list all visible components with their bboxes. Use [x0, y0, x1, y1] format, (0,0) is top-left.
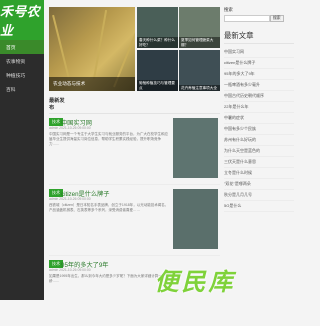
- recent-article-link[interactable]: "双花"是哪两朵: [224, 179, 294, 190]
- article-meta: admin 2021-10-26 09:00:00: [49, 197, 91, 201]
- recent-article-link[interactable]: 中国有多少个民族: [224, 124, 294, 135]
- recent-article-link[interactable]: 中暑的症状: [224, 113, 294, 124]
- search-button[interactable]: 搜索: [270, 15, 284, 22]
- recent-article-link[interactable]: 秋分是几月几号: [224, 190, 294, 201]
- recent-article-link[interactable]: 立冬是什么时候: [224, 168, 294, 179]
- hero-tile[interactable]: 夏季如何管理蔬菜大棚？: [179, 7, 220, 48]
- recent-articles-list: 中国实习网 citizen是什么牌子 95年的多大了9年 一瓶啤酒有多少毫升 中…: [224, 47, 294, 212]
- sidebar-item-home[interactable]: 首页: [0, 40, 44, 54]
- sidebar-item-supplies[interactable]: 农事物资: [0, 54, 44, 68]
- site-logo-text: 禾号农业: [0, 4, 40, 38]
- hero-feature-caption: 农业动态与技术: [49, 77, 135, 91]
- watermark-logo: 便民库: [154, 268, 236, 296]
- article-meta: admin 2021-10-26 09:00:00: [49, 126, 91, 130]
- sidebar-item-encyclopedia[interactable]: 百科: [0, 82, 44, 96]
- hero-feature-card[interactable]: 农业动态与技术: [49, 7, 135, 91]
- hero-tile-caption: 夏季如何管理蔬菜大棚？: [179, 37, 220, 48]
- article-thumbnail[interactable]: [173, 118, 218, 178]
- recent-article-link[interactable]: 中国古代历史朝代顺序: [224, 91, 294, 102]
- recent-article-link[interactable]: 5G是什么: [224, 201, 294, 212]
- right-sidebar: 搜索 搜索 最新文章 中国实习网 citizen是什么牌子 95年的多大了9年 …: [224, 7, 294, 212]
- recent-article-link[interactable]: citizen是什么牌子: [224, 58, 294, 69]
- article-card[interactable]: 技术 中国实习网 admin 2021-10-26 09:00:00 中国实习网…: [49, 114, 220, 185]
- hero-tile[interactable]: 春天种什么菜？种什么好吃？: [137, 7, 178, 48]
- rice-stalk-image: [52, 14, 71, 84]
- hero-tile[interactable]: 葡萄种植技巧与管理要点: [137, 50, 178, 91]
- rice-stalk-image: [93, 9, 108, 80]
- sidebar: 禾号农业 首页 农事物资 种植技巧 百科: [0, 0, 44, 300]
- recent-article-link[interactable]: 一瓶啤酒有多少毫升: [224, 80, 294, 91]
- hero-tile-caption: 葡萄种植技巧与管理要点: [137, 80, 178, 91]
- sidebar-item-techniques[interactable]: 种植技巧: [0, 68, 44, 82]
- site-logo[interactable]: 禾号农业: [0, 0, 44, 40]
- recent-articles-title: 最新文章: [224, 30, 294, 44]
- hero-tile-caption: 春天种什么菜？种什么好吃？: [137, 37, 178, 48]
- article-card[interactable]: 技术 citizen是什么牌子 admin 2021-10-26 09:00:0…: [49, 185, 220, 256]
- article-thumbnail[interactable]: [173, 189, 218, 249]
- recent-article-link[interactable]: 苏州有什么好玩的: [224, 135, 294, 146]
- article-excerpt: 西铁城（citizen）是日本知名手表品牌，创立于1918年，以光动能技术闻名，…: [49, 203, 169, 213]
- recent-article-link[interactable]: 95年的多大了9年: [224, 69, 294, 80]
- search-input[interactable]: [224, 15, 270, 22]
- article-excerpt: 中国实习网是一个专注于大学生实习与就业服务的平台，为广大在校学生和应届毕业生提供…: [49, 132, 168, 147]
- section-title-latest: 最新发布: [49, 97, 69, 114]
- recent-article-link[interactable]: 中国实习网: [224, 47, 294, 58]
- hero-tile[interactable]: 花卉养殖注意事项大全: [179, 50, 220, 91]
- recent-article-link[interactable]: 为什么天空是蓝色的: [224, 146, 294, 157]
- recent-article-link[interactable]: 22年是什么年: [224, 102, 294, 113]
- article-meta: admin 2021-10-26 09:00:00: [49, 268, 91, 272]
- search-form: 搜索: [224, 15, 294, 22]
- hero-tile-caption: 花卉养殖注意事项大全: [179, 84, 220, 91]
- recent-article-link[interactable]: 三伏天是什么意思: [224, 157, 294, 168]
- search-label: 搜索: [224, 7, 233, 12]
- hero-gallery: 农业动态与技术 春天种什么菜？种什么好吃？ 夏季如何管理蔬菜大棚？ 葡萄种植技巧…: [49, 7, 220, 91]
- sidebar-nav: 首页 农事物资 种植技巧 百科: [0, 40, 44, 96]
